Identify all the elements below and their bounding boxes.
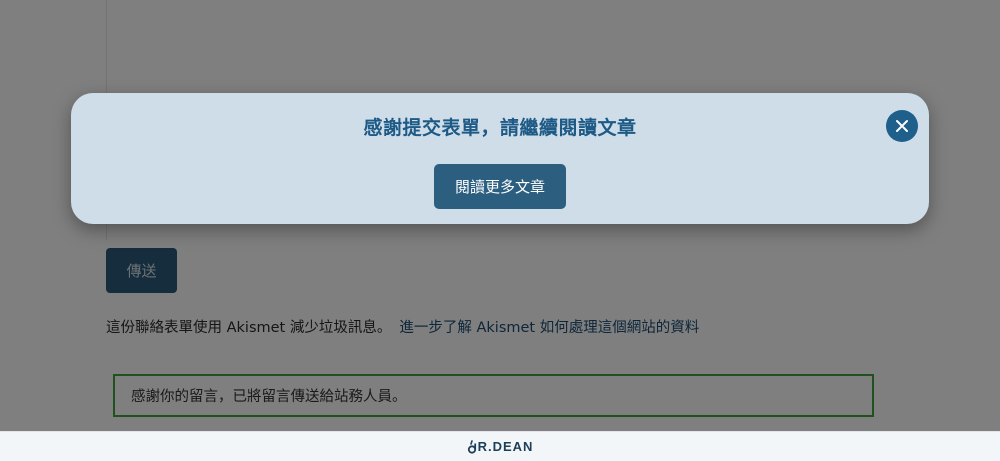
- close-icon: [896, 120, 908, 132]
- read-more-articles-button[interactable]: 閱讀更多文章: [434, 164, 566, 209]
- brand-text: R.DEAN: [477, 439, 534, 454]
- modal-title: 感謝提交表單，請繼續閱讀文章: [363, 117, 637, 139]
- brand-logo[interactable]: R.DEAN: [467, 439, 534, 454]
- footer-bar: R.DEAN: [0, 431, 1000, 461]
- dr-dean-logo-icon: [467, 439, 476, 454]
- thank-you-modal: 感謝提交表單，請繼續閱讀文章 閱讀更多文章: [71, 93, 929, 224]
- modal-close-button[interactable]: [886, 110, 918, 142]
